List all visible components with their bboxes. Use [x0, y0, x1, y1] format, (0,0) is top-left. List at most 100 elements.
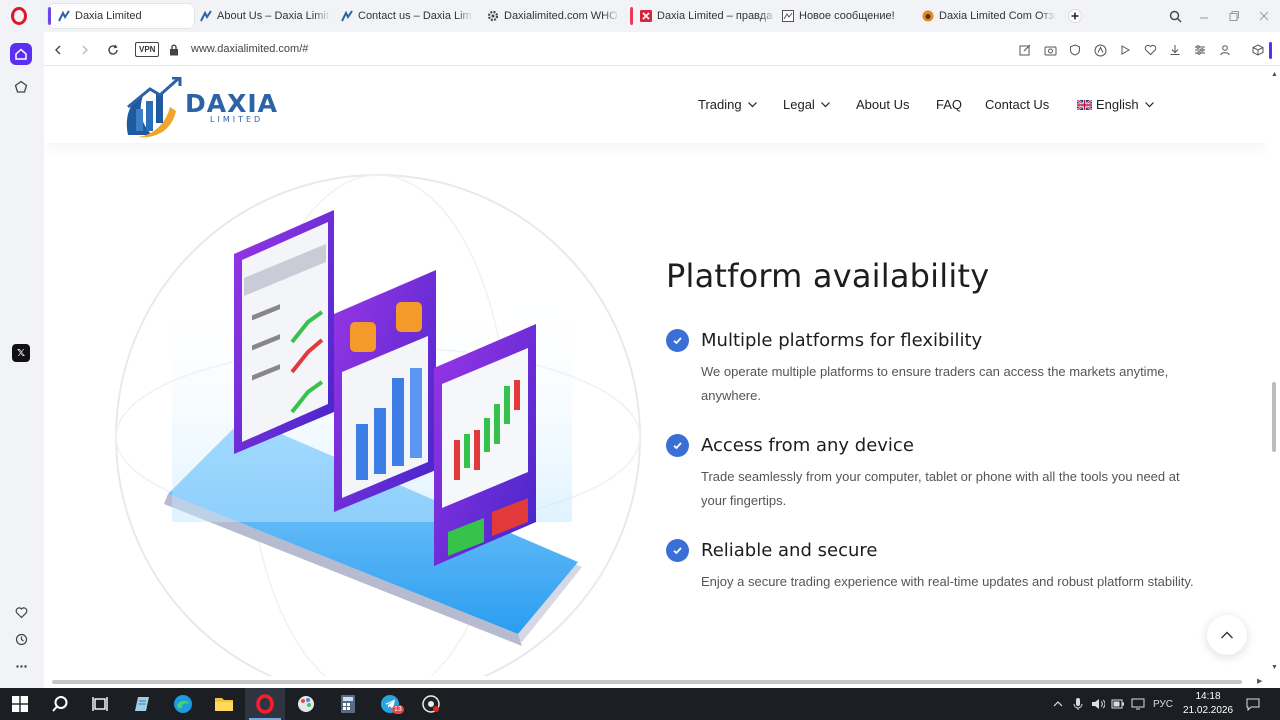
battery-tray-button[interactable]: [1110, 688, 1126, 720]
fox-favicon-icon: [922, 10, 934, 22]
back-button[interactable]: [50, 42, 66, 58]
close-window-button[interactable]: [1256, 8, 1272, 24]
shield-icon[interactable]: [1068, 43, 1082, 57]
daxia-favicon-icon: [341, 10, 353, 22]
plus-icon: [1068, 9, 1082, 23]
tab-about-us[interactable]: About Us – Daxia Limited: [190, 4, 330, 28]
taskbar-app-calculator[interactable]: [328, 688, 368, 720]
taskbar-app-recorder[interactable]: [411, 688, 451, 720]
tab-daxia-limited[interactable]: Daxia Limited: [48, 4, 194, 28]
restore-button[interactable]: [1226, 8, 1242, 24]
tab-title: Новое сообщение!: [799, 10, 895, 22]
language-selector[interactable]: English: [1077, 97, 1155, 112]
tab-whois[interactable]: Daxialimited.com WHOIS,: [477, 4, 619, 28]
calculator-icon: [341, 695, 355, 713]
start-button[interactable]: [0, 688, 40, 720]
tab-reviews[interactable]: Daxia Limited Com Отзыв: [912, 4, 1056, 28]
home-button[interactable]: [10, 43, 32, 65]
lock-icon[interactable]: [166, 42, 182, 58]
tab-color-marker: [48, 7, 51, 25]
check-circle-icon: [666, 329, 689, 352]
nav-trading[interactable]: Trading: [698, 97, 758, 112]
tab-new-message[interactable]: Новое сообщение!: [772, 4, 912, 28]
new-tab-button[interactable]: [1068, 8, 1082, 24]
notification-center-button[interactable]: [1244, 688, 1262, 720]
chevron-up-icon: [1053, 701, 1063, 707]
tab-color-marker: [630, 7, 633, 25]
windows-taskbar: 13 РУС 14:18 21.02.2026: [0, 688, 1280, 720]
feature-description: We operate multiple platforms to ensure …: [701, 364, 1169, 403]
tab-search-button[interactable]: [1167, 8, 1183, 24]
search-icon: [1169, 10, 1181, 22]
chevron-down-icon: [820, 102, 830, 108]
vertical-scrollbar[interactable]: ▲ ▼: [1268, 67, 1280, 676]
taskbar-app-notes[interactable]: [122, 688, 162, 720]
nav-contact-us[interactable]: Contact Us: [985, 97, 1049, 112]
opera-sidebar: 𝕏: [0, 32, 44, 688]
taskbar-app-telegram[interactable]: 13: [370, 688, 410, 720]
task-view-icon: [92, 697, 108, 711]
scroll-to-top-button[interactable]: [1207, 615, 1247, 655]
tab-title: Daxia Limited: [75, 10, 142, 22]
nav-label: About Us: [856, 97, 910, 112]
close-icon: [1259, 11, 1269, 21]
horizontal-scrollbar[interactable]: ▶: [44, 676, 1268, 688]
scrollbar-thumb[interactable]: [1272, 382, 1276, 452]
easy-setup-icon[interactable]: [1193, 43, 1207, 57]
nav-about-us[interactable]: About Us: [856, 97, 909, 112]
opera-icon: [256, 694, 274, 714]
scrollbar-thumb[interactable]: [52, 680, 1242, 684]
task-view-button[interactable]: [80, 688, 120, 720]
scroll-up-arrow-icon[interactable]: ▲: [1271, 71, 1278, 78]
search-icon: [52, 696, 68, 712]
chevron-down-icon: [1144, 102, 1154, 108]
tab-contact-us[interactable]: Contact us – Daxia Limited: [331, 4, 473, 28]
nav-legal[interactable]: Legal: [783, 97, 831, 112]
taskbar-app-explorer[interactable]: [204, 688, 244, 720]
speaker-icon: [1092, 699, 1105, 709]
heart-icon[interactable]: [1143, 43, 1157, 57]
x-logo-icon: 𝕏: [16, 347, 26, 359]
taskbar-app-paint[interactable]: [286, 688, 326, 720]
site-header: DAXIA LIMITED Trading Legal About Us FAQ…: [44, 67, 1268, 143]
edge-browser-icon: [174, 695, 192, 713]
show-hidden-icons-button[interactable]: [1050, 688, 1066, 720]
microphone-icon: [1073, 698, 1083, 710]
sidebar-more-button[interactable]: [10, 655, 32, 677]
download-icon[interactable]: [1168, 43, 1182, 57]
minimize-button[interactable]: [1196, 8, 1212, 24]
scroll-right-arrow-icon[interactable]: ▶: [1257, 677, 1262, 685]
url-field[interactable]: www.daxialimited.com/#: [191, 43, 308, 55]
translate-icon[interactable]: [1093, 43, 1107, 57]
extensions-icon[interactable]: [1251, 43, 1265, 57]
favorites-button[interactable]: [10, 601, 32, 623]
search-button[interactable]: [40, 688, 80, 720]
network-tray-button[interactable]: [1130, 688, 1146, 720]
clock-date: 21.02.2026: [1183, 705, 1234, 716]
camera-icon[interactable]: [1043, 43, 1057, 57]
edit-url-icon[interactable]: [1018, 43, 1032, 57]
scroll-down-arrow-icon[interactable]: ▼: [1271, 664, 1278, 671]
taskbar-app-opera[interactable]: [245, 688, 285, 720]
nav-faq[interactable]: FAQ: [936, 97, 962, 112]
aria-button[interactable]: [10, 76, 32, 98]
feature-description: Enjoy a secure trading experience with r…: [701, 574, 1194, 589]
tab-pravda[interactable]: Daxia Limited – правда о: [630, 4, 776, 28]
reload-button[interactable]: [105, 42, 121, 58]
volume-tray-button[interactable]: [1090, 688, 1106, 720]
opera-icon[interactable]: [10, 7, 28, 25]
uk-flag-icon: [1077, 99, 1092, 110]
profile-icon[interactable]: [1218, 43, 1232, 57]
vpn-badge[interactable]: VPN: [135, 42, 160, 57]
network-icon: [1131, 698, 1145, 710]
restore-icon: [1229, 11, 1239, 21]
microphone-tray-button[interactable]: [1070, 688, 1086, 720]
tab-title: Daxia Limited Com Отзыв: [939, 10, 1056, 22]
system-clock[interactable]: 14:18 21.02.2026: [1183, 690, 1233, 718]
x-twitter-button[interactable]: 𝕏: [12, 344, 30, 362]
player-icon[interactable]: [1118, 43, 1132, 57]
taskbar-app-edge[interactable]: [163, 688, 203, 720]
forward-button[interactable]: [77, 42, 93, 58]
input-language[interactable]: РУС: [1150, 688, 1176, 720]
history-button[interactable]: [10, 628, 32, 650]
